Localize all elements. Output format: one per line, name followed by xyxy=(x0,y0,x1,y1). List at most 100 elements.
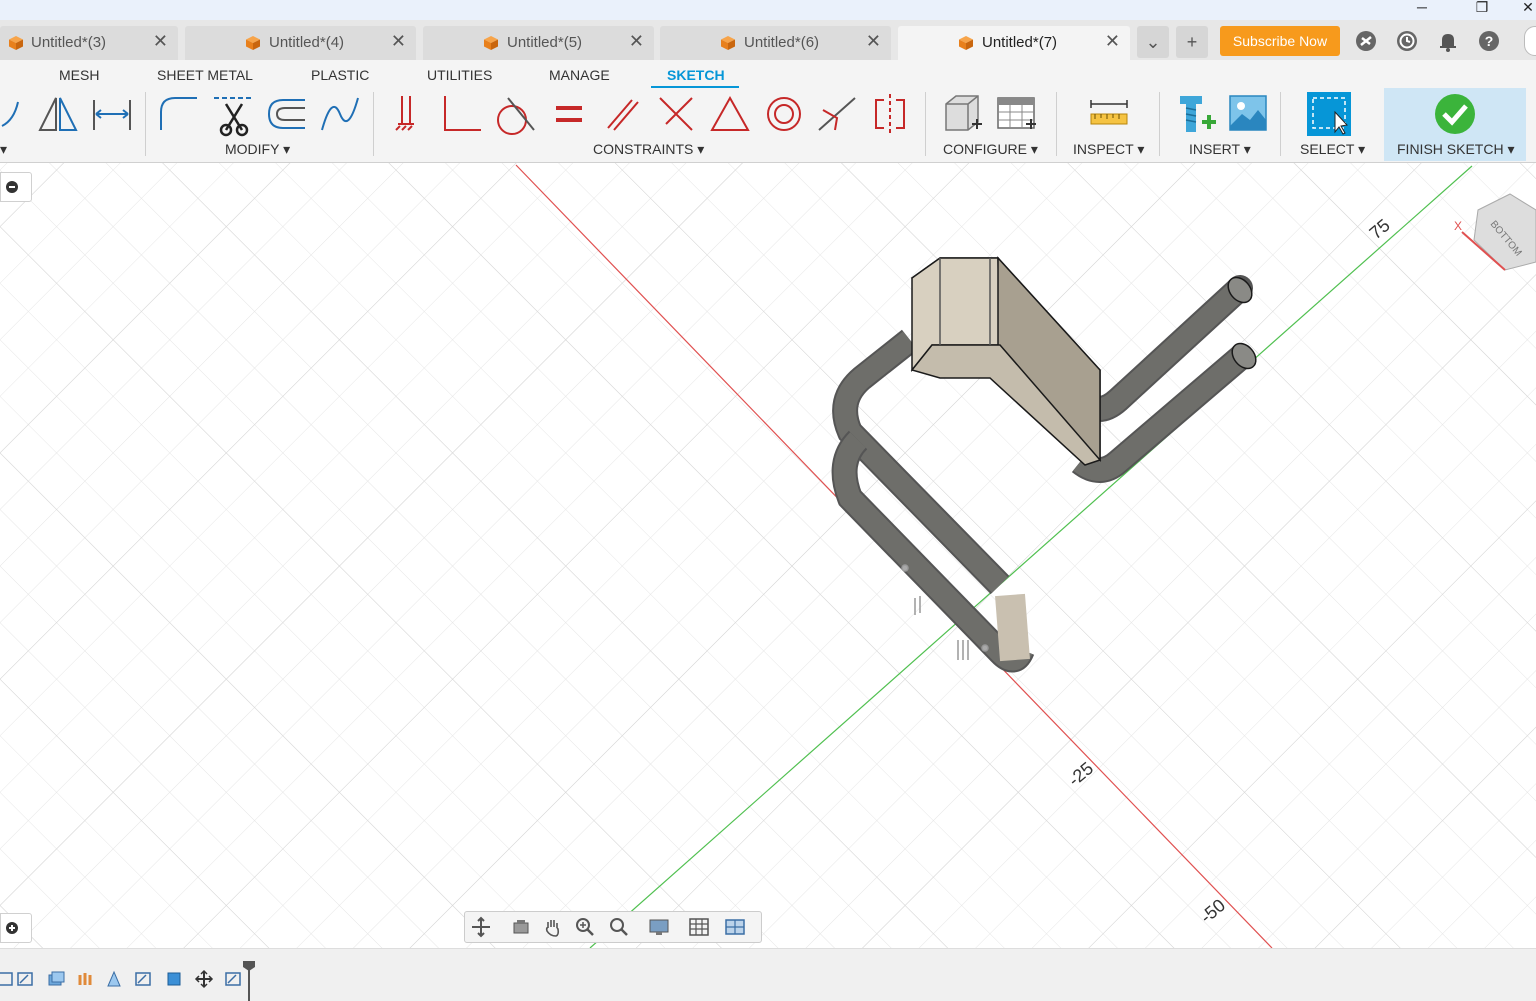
trim-icon[interactable] xyxy=(210,90,258,138)
minus-circle-icon xyxy=(6,181,18,193)
ribbon-tab-bar: MESH SHEET METAL PLASTIC UTILITIES MANAG… xyxy=(0,60,1536,88)
zoom-icon[interactable] xyxy=(573,915,597,939)
comments-expand-button[interactable] xyxy=(0,913,32,943)
browser-collapse-button[interactable] xyxy=(0,172,32,202)
tangent-icon[interactable] xyxy=(490,90,538,138)
extensions-icon[interactable] xyxy=(1353,28,1379,54)
tab-plastic[interactable]: PLASTIC xyxy=(311,67,369,83)
sketch-toolbar: ▾ MODIFY ▾ CONSTRAINTS ▾ CONFIGURE ▾ INS… xyxy=(0,88,1536,163)
concentric-icon[interactable] xyxy=(760,90,808,138)
measure-icon[interactable] xyxy=(1085,90,1133,138)
pan-hand-icon[interactable] xyxy=(541,915,565,939)
orbit-icon[interactable] xyxy=(469,915,493,939)
design-cube-icon xyxy=(721,36,735,50)
parallel-icon[interactable] xyxy=(598,90,646,138)
document-tab[interactable]: Untitled*(6) ✕ xyxy=(660,26,891,60)
constraints-group-label[interactable]: CONSTRAINTS ▾ xyxy=(593,141,704,158)
dimension-icon[interactable] xyxy=(88,90,136,138)
display-settings-icon[interactable] xyxy=(647,915,671,939)
divider xyxy=(373,92,374,156)
insert-mcmaster-icon[interactable] xyxy=(1172,90,1220,138)
divider xyxy=(1159,92,1160,156)
insert-group-label[interactable]: INSERT ▾ xyxy=(1189,141,1251,158)
symmetry-icon[interactable] xyxy=(866,90,914,138)
fix-constraint-icon[interactable] xyxy=(384,90,432,138)
tab-label: Untitled*(4) xyxy=(269,34,345,51)
create-group-label[interactable]: ▾ xyxy=(0,141,7,158)
spline-curve-icon[interactable] xyxy=(316,90,364,138)
timeline-sketch-icon[interactable] xyxy=(224,969,244,989)
divider xyxy=(925,92,926,156)
navigation-bar xyxy=(464,911,762,943)
midpoint-icon[interactable] xyxy=(813,90,861,138)
document-tab[interactable]: Untitled*(5) ✕ xyxy=(423,26,654,60)
tab-label: Untitled*(3) xyxy=(31,34,107,51)
close-tab-icon[interactable]: ✕ xyxy=(1105,31,1120,52)
configure-group-label[interactable]: CONFIGURE ▾ xyxy=(943,141,1038,158)
timeline-bar xyxy=(0,948,1536,1001)
tab-sketch[interactable]: SKETCH xyxy=(667,67,725,83)
close-window-button[interactable]: ✕ xyxy=(1508,0,1536,20)
viewports-icon[interactable] xyxy=(723,915,747,939)
equal-icon[interactable] xyxy=(544,90,592,138)
timeline-move-icon[interactable] xyxy=(194,969,214,989)
grid-settings-icon[interactable] xyxy=(687,915,711,939)
tab-overflow-button[interactable]: ⌄ xyxy=(1137,26,1169,58)
timeline-mirror-icon[interactable] xyxy=(104,969,124,989)
offset-icon[interactable] xyxy=(263,90,311,138)
close-tab-icon[interactable]: ✕ xyxy=(629,31,644,52)
parameters-icon[interactable] xyxy=(938,90,986,138)
modify-group-label[interactable]: MODIFY ▾ xyxy=(225,141,290,158)
document-tab[interactable]: Untitled*(4) ✕ xyxy=(185,26,416,60)
tab-utilities[interactable]: UTILITIES xyxy=(427,67,492,83)
plus-circle-icon xyxy=(6,922,18,934)
close-tab-icon[interactable]: ✕ xyxy=(866,31,881,52)
design-cube-icon xyxy=(959,36,973,50)
design-cube-icon xyxy=(9,36,23,50)
3d-viewport[interactable]: BOTTOM X 75 -25 -50 xyxy=(0,163,1536,948)
finish-sketch-check-icon[interactable] xyxy=(1431,90,1479,138)
look-at-icon[interactable] xyxy=(509,915,533,939)
coincident-icon[interactable] xyxy=(437,90,485,138)
document-tab-active[interactable]: Untitled*(7) ✕ xyxy=(898,26,1130,60)
new-tab-button[interactable]: + xyxy=(1176,26,1208,58)
finish-sketch-button[interactable]: FINISH SKETCH ▾ xyxy=(1397,141,1514,158)
timeline-sketch-icon[interactable] xyxy=(0,969,16,989)
tab-label: Untitled*(5) xyxy=(507,34,583,51)
viewcube-axis-label: X xyxy=(1454,219,1462,233)
mirror-icon[interactable] xyxy=(34,90,82,138)
inspect-group-label[interactable]: INSPECT ▾ xyxy=(1073,141,1144,158)
restore-button[interactable]: ❐ xyxy=(1462,0,1502,20)
select-group-label[interactable]: SELECT ▾ xyxy=(1300,141,1365,158)
window-title-bar: ─ ❐ ✕ xyxy=(0,0,1536,20)
user-avatar[interactable] xyxy=(1524,26,1536,56)
select-icon[interactable] xyxy=(1305,90,1353,138)
close-tab-icon[interactable]: ✕ xyxy=(153,31,168,52)
divider xyxy=(1056,92,1057,156)
timeline-sketch-icon[interactable] xyxy=(134,969,154,989)
job-status-icon[interactable] xyxy=(1394,28,1420,54)
timeline-sweep-icon[interactable] xyxy=(76,969,96,989)
tab-manage[interactable]: MANAGE xyxy=(549,67,610,83)
subscribe-now-button[interactable]: Subscribe Now xyxy=(1220,26,1340,56)
timeline-sketch-icon[interactable] xyxy=(16,969,36,989)
fillet-icon[interactable] xyxy=(155,90,203,138)
divider xyxy=(145,92,146,156)
document-tab[interactable]: Untitled*(3) ✕ xyxy=(0,26,178,60)
timeline-body-icon[interactable] xyxy=(164,969,184,989)
triangle-constraint-icon[interactable] xyxy=(706,90,754,138)
configure-table-icon[interactable] xyxy=(992,90,1040,138)
timeline-marker[interactable] xyxy=(242,961,256,1001)
timeline-extrude-icon[interactable] xyxy=(46,969,66,989)
notifications-icon[interactable] xyxy=(1435,28,1461,54)
tab-sheet-metal[interactable]: SHEET METAL xyxy=(157,67,253,83)
tab-label: Untitled*(7) xyxy=(982,34,1058,51)
zoom-window-icon[interactable] xyxy=(607,915,631,939)
help-icon[interactable]: ? xyxy=(1476,28,1502,54)
close-tab-icon[interactable]: ✕ xyxy=(391,31,406,52)
svg-text:?: ? xyxy=(1485,33,1494,49)
perpendicular-icon[interactable] xyxy=(652,90,700,138)
minimize-button[interactable]: ─ xyxy=(1402,0,1442,20)
insert-canvas-icon[interactable] xyxy=(1224,90,1272,138)
tab-mesh[interactable]: MESH xyxy=(59,67,99,83)
